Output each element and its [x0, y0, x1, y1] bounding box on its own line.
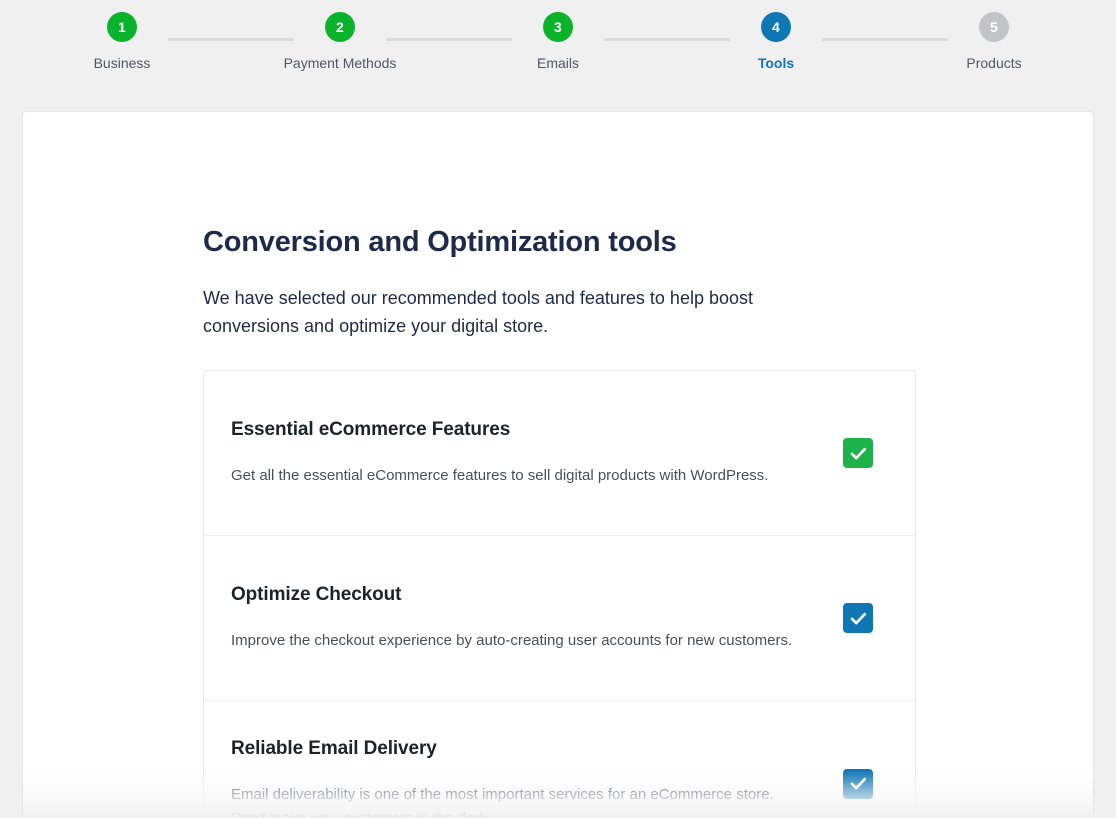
step-label-emails: Emails: [536, 55, 579, 71]
stepper-connector-1: [168, 38, 294, 41]
page-title: Conversion and Optimization tools: [203, 226, 677, 258]
feature-text-1: Essential eCommerce Features Get all the…: [231, 418, 792, 488]
feature-title-2: Optimize Checkout: [231, 584, 402, 605]
stepper-connector-2: [386, 38, 512, 41]
feature-text-2: Optimize Checkout Improve the checkout e…: [231, 583, 816, 653]
setup-wizard-stepper: 1 Business 2 Payment Methods 3 Emails 4 …: [0, 0, 1116, 100]
step-number-2: 2: [336, 19, 344, 35]
step-number-1: 1: [118, 19, 126, 35]
step-label-products: Products: [966, 55, 1022, 71]
feature-description-2: Improve the checkout experience by auto-…: [231, 632, 793, 649]
feature-list: Essential eCommerce Features Get all the…: [203, 370, 916, 818]
step-number-4: 4: [772, 19, 780, 35]
stepper-step-products[interactable]: 5 Products: [948, 12, 1040, 71]
stepper-step-emails[interactable]: 3 Emails: [512, 12, 604, 71]
feature-description-1: Get all the essential eCommerce features…: [231, 467, 769, 484]
step-bubble-4[interactable]: 4: [761, 12, 791, 42]
check-icon: [849, 774, 868, 793]
feature-checkbox-1[interactable]: [843, 438, 873, 468]
step-bubble-5[interactable]: 5: [979, 12, 1009, 42]
step-number-3: 3: [554, 19, 562, 35]
step-number-5: 5: [990, 19, 998, 35]
stepper-steps: 1 Business 2 Payment Methods 3 Emails 4 …: [0, 0, 1116, 71]
step-bubble-1[interactable]: 1: [107, 12, 137, 42]
step-label-payment-methods: Payment Methods: [283, 55, 397, 71]
feature-title-3: Reliable Email Delivery: [231, 737, 437, 759]
stepper-connector-4: [822, 38, 948, 41]
feature-checkbox-2[interactable]: [843, 603, 873, 633]
feature-text-3: Reliable Email Delivery Email deliverabi…: [231, 737, 821, 818]
feature-row-essential-ecommerce-features[interactable]: Essential eCommerce Features Get all the…: [204, 371, 915, 536]
check-icon: [849, 609, 868, 628]
stepper-step-payment-methods[interactable]: 2 Payment Methods: [284, 12, 396, 71]
step-bubble-2[interactable]: 2: [325, 12, 355, 42]
feature-checkbox-3[interactable]: [843, 768, 873, 799]
step-label-business: Business: [93, 55, 151, 71]
feature-title-1: Essential eCommerce Features: [231, 419, 511, 440]
check-icon: [849, 444, 868, 463]
panel-content: Conversion and Optimization tools We hav…: [23, 112, 1093, 818]
feature-row-reliable-email-delivery[interactable]: Reliable Email Delivery Email deliverabi…: [204, 701, 915, 818]
step-bubble-3[interactable]: 3: [543, 12, 573, 42]
content-column: Conversion and Optimization tools We hav…: [203, 224, 916, 818]
page-subtitle: We have selected our recommended tools a…: [203, 288, 754, 336]
stepper-step-tools[interactable]: 4 Tools: [730, 12, 822, 71]
feature-description-3: Email deliverability is one of the most …: [231, 785, 774, 818]
stepper-connector-3: [604, 38, 730, 41]
main-panel: Conversion and Optimization tools We hav…: [22, 111, 1094, 818]
step-label-tools: Tools: [757, 55, 795, 71]
feature-row-optimize-checkout[interactable]: Optimize Checkout Improve the checkout e…: [204, 536, 915, 701]
stepper-step-business[interactable]: 1 Business: [76, 12, 168, 71]
